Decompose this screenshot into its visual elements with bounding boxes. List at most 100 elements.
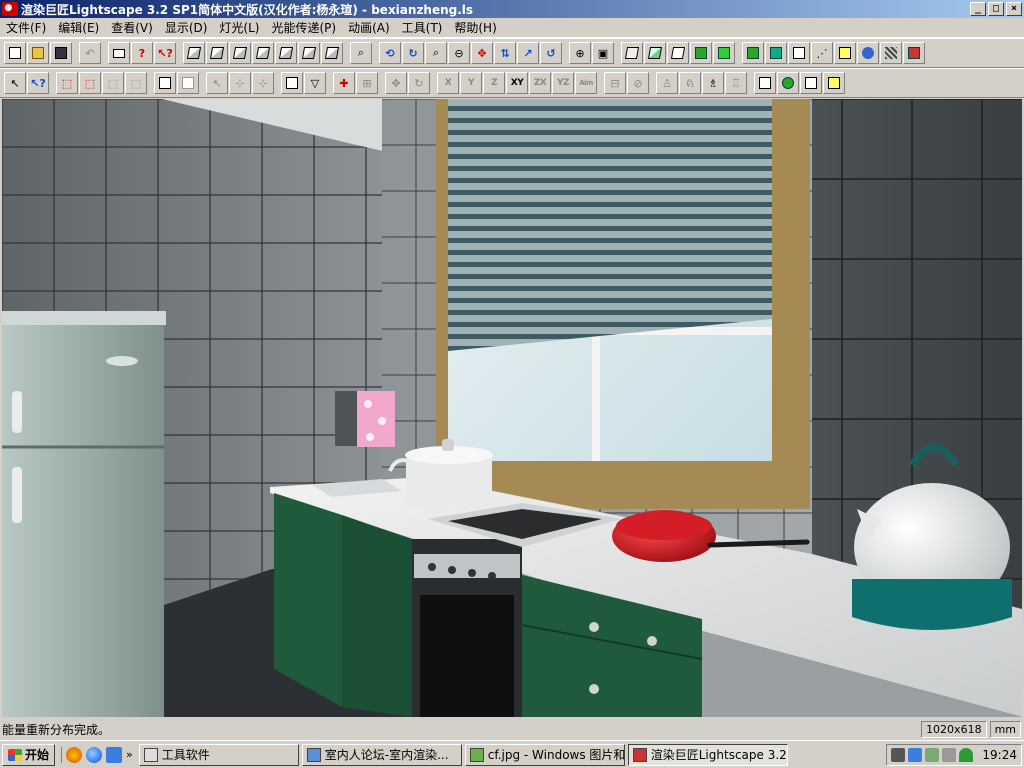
menu-animation[interactable]: 动画(A) xyxy=(342,19,396,36)
rotate-object-button[interactable]: ↻ xyxy=(408,72,430,94)
select-remove-button[interactable]: ⬚ xyxy=(125,72,147,94)
volume-icon[interactable] xyxy=(942,748,957,762)
radiosity-init-button[interactable] xyxy=(754,72,776,94)
select-cross-button[interactable]: ⬚ xyxy=(79,72,101,94)
display-option-4-button[interactable]: ⋰ xyxy=(811,42,833,64)
wireframe-button[interactable] xyxy=(621,42,643,64)
menu-radiosity[interactable]: 光能传递(P) xyxy=(265,19,342,36)
view-front-button[interactable] xyxy=(229,42,251,64)
close-button[interactable]: × xyxy=(1006,2,1022,16)
display-option-2-button[interactable] xyxy=(765,42,787,64)
menu-edit[interactable]: 编辑(E) xyxy=(52,19,105,36)
transform-1-button[interactable]: ↖ xyxy=(206,72,228,94)
rotate-button[interactable]: ↻ xyxy=(402,42,424,64)
pan-button[interactable]: ✥ xyxy=(471,42,493,64)
task-forum[interactable]: 室内人论坛-室内渲染... xyxy=(301,743,462,766)
walk-button[interactable]: ↗ xyxy=(517,42,539,64)
render-viewport[interactable] xyxy=(2,99,1022,717)
axis-y-button[interactable]: Y xyxy=(460,72,482,94)
select-query-button[interactable]: ↖? xyxy=(27,72,49,94)
dolly-button[interactable]: ⇅ xyxy=(494,42,516,64)
shaded-button[interactable] xyxy=(690,42,712,64)
select-window-button[interactable]: ⬚ xyxy=(56,72,78,94)
minimize-button[interactable]: _ xyxy=(970,2,986,16)
open-file-button[interactable] xyxy=(27,42,49,64)
transform-3-button[interactable]: ⊹ xyxy=(252,72,274,94)
walk-2-button[interactable]: ♘ xyxy=(679,72,701,94)
menu-view[interactable]: 查看(V) xyxy=(105,19,159,36)
menu-tools[interactable]: 工具(T) xyxy=(396,19,449,36)
display-option-6-button[interactable] xyxy=(857,42,879,64)
save-file-button[interactable] xyxy=(50,42,72,64)
view-top-button[interactable] xyxy=(206,42,228,64)
menu-display[interactable]: 显示(D) xyxy=(159,19,214,36)
filter-button[interactable]: ▽ xyxy=(304,72,326,94)
transform-2-button[interactable]: ⊹ xyxy=(229,72,251,94)
add-object-button[interactable]: ⊞ xyxy=(356,72,378,94)
select-add-button[interactable]: ⬚ xyxy=(102,72,124,94)
context-help-button[interactable]: ↖? xyxy=(154,42,176,64)
roll-button[interactable]: ↺ xyxy=(540,42,562,64)
copy-button[interactable] xyxy=(154,72,176,94)
plane-yz-button[interactable]: YZ xyxy=(552,72,574,94)
umbrella-icon[interactable] xyxy=(959,748,974,762)
view-perspective-button[interactable] xyxy=(183,42,205,64)
smooth-shaded-button[interactable] xyxy=(713,42,735,64)
display-option-5-button[interactable] xyxy=(834,42,856,64)
wire-green-button[interactable] xyxy=(644,42,666,64)
plane-xy-button[interactable]: XY xyxy=(506,72,528,94)
network-icon[interactable] xyxy=(891,748,906,762)
aim-button[interactable]: Aim xyxy=(575,72,597,94)
explorer-icon[interactable] xyxy=(106,746,123,763)
new-file-button[interactable] xyxy=(4,42,26,64)
edit-extra-2-button[interactable]: ⊘ xyxy=(627,72,649,94)
walk-3-button[interactable]: ♗ xyxy=(702,72,724,94)
maximize-button[interactable]: □ xyxy=(988,2,1004,16)
axis-x-button[interactable]: X xyxy=(437,72,459,94)
zoom-all-button[interactable]: ⊕ xyxy=(569,42,591,64)
start-button[interactable]: 开始 xyxy=(2,743,56,766)
app-icon[interactable] xyxy=(2,2,18,16)
task-picture-viewer[interactable]: cf.jpg - Windows 图片和... xyxy=(464,743,625,766)
orbit-button[interactable]: ⟲ xyxy=(379,42,401,64)
camera-view-button[interactable]: ▣ xyxy=(592,42,614,64)
add-light-button[interactable]: ✚ xyxy=(333,72,355,94)
task-tools[interactable]: 工具软件 xyxy=(138,743,299,766)
paste-button[interactable] xyxy=(177,72,199,94)
radiosity-start-button[interactable] xyxy=(777,72,799,94)
move-button[interactable]: ✥ xyxy=(385,72,407,94)
view-back-button[interactable] xyxy=(275,42,297,64)
edit-extra-1-button[interactable]: ⊟ xyxy=(604,72,626,94)
display-option-1-button[interactable] xyxy=(742,42,764,64)
filter-list-button[interactable] xyxy=(281,72,303,94)
undo-button[interactable]: ↶ xyxy=(79,42,101,64)
media-player-icon[interactable] xyxy=(66,746,83,763)
view-bottom-button[interactable] xyxy=(321,42,343,64)
menu-file[interactable]: 文件(F) xyxy=(0,19,52,36)
display-option-8-button[interactable] xyxy=(903,42,925,64)
title-bar[interactable]: 渲染巨匠Lightscape 3.2 SP1简体中文版(汉化作者:杨永瑄) - … xyxy=(0,0,1024,18)
zoom-window-button[interactable]: ⌕ xyxy=(425,42,447,64)
display-option-7-button[interactable] xyxy=(880,42,902,64)
print-button[interactable] xyxy=(108,42,130,64)
walk-4-button[interactable]: ♖ xyxy=(725,72,747,94)
monitor-icon[interactable] xyxy=(908,748,923,762)
chevron-icon[interactable]: » xyxy=(126,748,133,761)
hidden-line-button[interactable] xyxy=(667,42,689,64)
radiosity-stop-button[interactable] xyxy=(823,72,845,94)
view-left-button[interactable] xyxy=(298,42,320,64)
zoom-extents-button[interactable]: ⌕ xyxy=(350,42,372,64)
task-lightscape[interactable]: 渲染巨匠Lightscape 3.2... xyxy=(627,743,788,766)
help-button[interactable]: ? xyxy=(131,42,153,64)
antivirus-icon[interactable] xyxy=(925,748,940,762)
walk-1-button[interactable]: ♙ xyxy=(656,72,678,94)
axis-z-button[interactable]: Z xyxy=(483,72,505,94)
display-option-3-button[interactable] xyxy=(788,42,810,64)
zoom-button[interactable]: ⊖ xyxy=(448,42,470,64)
menu-light[interactable]: 灯光(L) xyxy=(213,19,265,36)
menu-help[interactable]: 帮助(H) xyxy=(448,19,502,36)
plane-zx-button[interactable]: ZX xyxy=(529,72,551,94)
select-button[interactable]: ↖ xyxy=(4,72,26,94)
radiosity-step-button[interactable] xyxy=(800,72,822,94)
view-right-button[interactable] xyxy=(252,42,274,64)
